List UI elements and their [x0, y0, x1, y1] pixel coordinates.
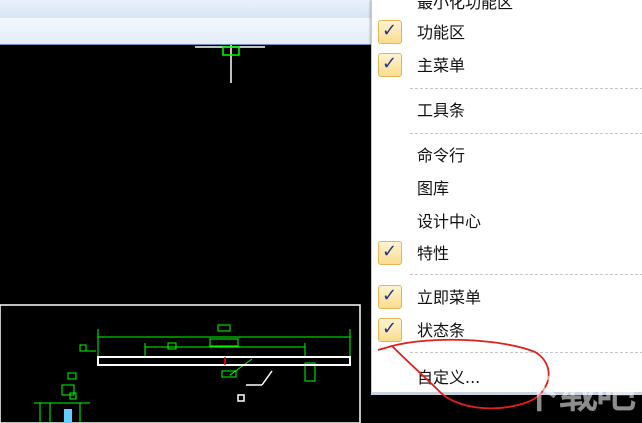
check-icon: ✓ [378, 53, 402, 77]
main-beam [97, 356, 351, 366]
menu-item-status-bar[interactable]: ✓ 状态条 [372, 316, 642, 346]
menu-item-design-center[interactable]: 设计中心 [372, 207, 642, 237]
check-icon: ✓ [378, 20, 402, 44]
selected-object [64, 409, 72, 423]
menu-item-properties[interactable]: ✓ 特性 [372, 239, 642, 269]
menu-item-label: 设计中心 [417, 212, 482, 231]
menu-separator [410, 88, 642, 89]
menu-item-gallery[interactable]: 图库 [372, 174, 642, 204]
menu-item-label: 特性 [417, 244, 450, 263]
check-icon: ✓ [378, 318, 402, 342]
menu-item-label: 图库 [417, 179, 450, 198]
menu-item-label: 立即菜单 [417, 288, 482, 307]
menu-item-label: 自定义... [417, 368, 481, 387]
menu-item-label: 功能区 [417, 23, 466, 42]
menu-item-ribbon[interactable]: ✓ 功能区 [372, 18, 642, 48]
view-context-menu: 最小化功能区 ✓ 功能区 ✓ 主菜单 工具条 命令行 图库 设计中心 ✓ 特性 … [371, 0, 642, 392]
menu-item-label: 最小化功能区 [417, 0, 514, 12]
menu-item-label: 命令行 [417, 146, 466, 165]
menu-item-label: 状态条 [417, 321, 466, 340]
menu-item-command-line[interactable]: 命令行 [372, 141, 642, 171]
crosshair-cursor-icon [195, 45, 265, 83]
menu-item-immediate-menu[interactable]: ✓ 立即菜单 [372, 283, 642, 313]
menu-item-minimize-ribbon[interactable]: 最小化功能区 [372, 0, 642, 18]
dimension-lines [34, 324, 351, 423]
cad-drawing [0, 45, 361, 423]
menu-separator [410, 133, 642, 134]
menu-item-main-menu[interactable]: ✓ 主菜单 [372, 51, 642, 81]
cad-drawing-viewport[interactable] [0, 45, 372, 423]
site-watermark: 下载吧 [520, 371, 636, 417]
menu-item-toolbar[interactable]: 工具条 [372, 96, 642, 126]
cad-tab-strip [0, 18, 372, 45]
check-icon: ✓ [378, 285, 402, 309]
check-icon: ✓ [378, 241, 402, 265]
menu-item-label: 主菜单 [417, 56, 466, 75]
menu-separator [410, 352, 642, 353]
menu-separator [410, 274, 642, 275]
menu-item-label: 工具条 [417, 101, 466, 120]
cad-ribbon-strip [0, 0, 372, 19]
